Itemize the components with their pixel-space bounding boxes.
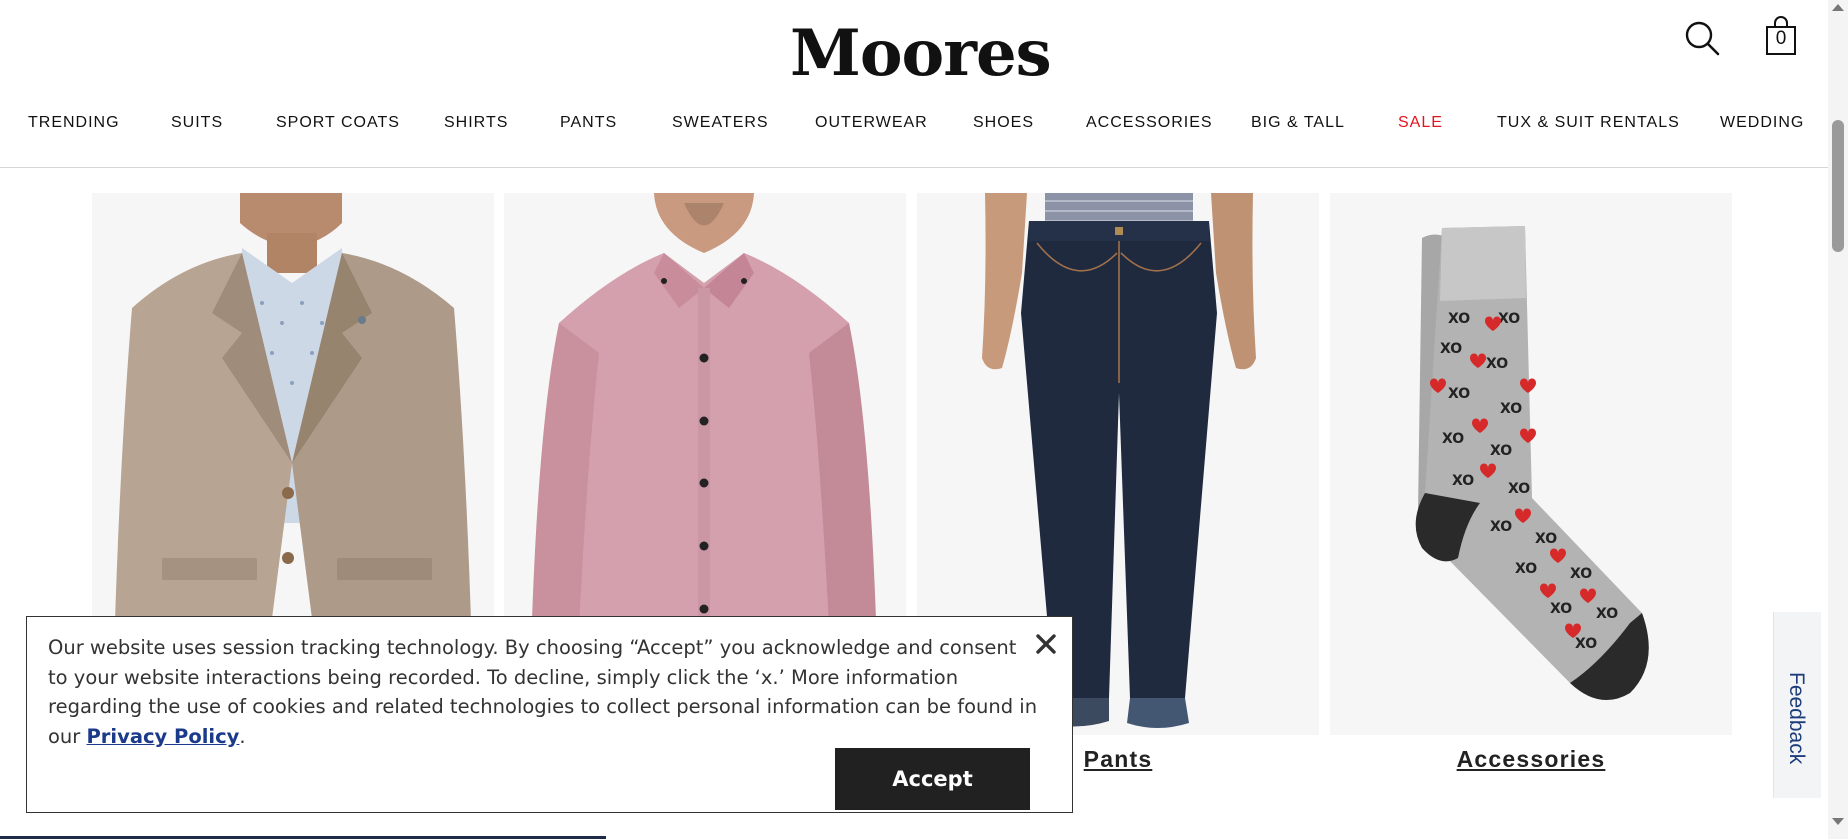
feedback-label: Feedback [1785, 672, 1808, 765]
nav-item-accessories[interactable]: ACCESSORIES [1086, 114, 1213, 132]
svg-text:XO: XO [1452, 473, 1474, 489]
svg-text:XO: XO [1550, 601, 1572, 617]
nav-item-sale[interactable]: SALE [1398, 114, 1443, 132]
nav-item-pants[interactable]: PANTS [560, 114, 617, 132]
socks-image[interactable]: XO XO XO XO XO XO XO XO XO XO XO XO XO XO XO XO … [1330, 193, 1732, 735]
cookie-consent-text: Our website uses session tracking techno… [48, 633, 1038, 751]
scrollbar-thumb[interactable] [1832, 120, 1844, 252]
svg-text:XO: XO [1448, 386, 1470, 402]
nav-item-wedding[interactable]: WEDDING [1720, 114, 1804, 132]
accept-button[interactable]: Accept [835, 748, 1030, 810]
moores-logo[interactable]: Moores [790, 18, 1052, 90]
svg-text:XO: XO [1440, 341, 1462, 357]
nav-item-tux-suit-rentals[interactable]: TUX & SUIT RENTALS [1497, 114, 1680, 132]
cookie-consent-banner: Our website uses session tracking techno… [26, 616, 1073, 813]
nav-item-trending[interactable]: TRENDING [28, 114, 120, 132]
svg-text:XO: XO [1490, 443, 1512, 459]
svg-text:XO: XO [1490, 519, 1512, 535]
nav-item-shirts[interactable]: SHIRTS [444, 114, 508, 132]
shopping-bag-icon[interactable]: 0 [1764, 16, 1798, 56]
nav-item-big-and-tall[interactable]: BIG & TALL [1251, 114, 1345, 132]
nav-item-sweaters[interactable]: SWEATERS [672, 114, 769, 132]
svg-text:XO: XO [1515, 561, 1537, 577]
svg-text:XO: XO [1596, 606, 1618, 622]
nav-item-suits[interactable]: SUITS [171, 114, 223, 132]
feedback-tab[interactable]: Feedback [1773, 612, 1821, 798]
privacy-policy-link[interactable]: Privacy Policy [87, 725, 240, 748]
cart-count-badge: 0 [1775, 28, 1787, 49]
svg-text:XO: XO [1486, 356, 1508, 372]
nav-item-sport-coats[interactable]: SPORT COATS [276, 114, 400, 132]
site-header: Moores 0 TRENDING SUITS SPORT COATS SHIR… [0, 0, 1828, 168]
svg-text:XO: XO [1442, 431, 1464, 447]
svg-text:XO: XO [1508, 481, 1530, 497]
svg-text:XO: XO [1448, 311, 1470, 327]
nav-item-outerwear[interactable]: OUTERWEAR [815, 114, 928, 132]
category-link-accessories[interactable]: Accessories [1330, 746, 1732, 773]
cookie-consent-period: . [239, 724, 246, 748]
scroll-up-icon[interactable] [1832, 4, 1844, 11]
svg-text:XO: XO [1570, 566, 1592, 582]
close-icon[interactable] [1033, 631, 1059, 657]
main-nav: TRENDING SUITS SPORT COATS SHIRTS PANTS … [0, 114, 1828, 144]
svg-text:XO: XO [1575, 636, 1597, 652]
svg-text:XO: XO [1500, 401, 1522, 417]
search-icon[interactable] [1682, 18, 1722, 58]
scroll-down-icon[interactable] [1832, 818, 1844, 825]
svg-text:XO: XO [1498, 311, 1520, 327]
nav-item-shoes[interactable]: SHOES [973, 114, 1034, 132]
page-scrollbar[interactable] [1828, 0, 1848, 839]
svg-text:XO: XO [1535, 531, 1557, 547]
